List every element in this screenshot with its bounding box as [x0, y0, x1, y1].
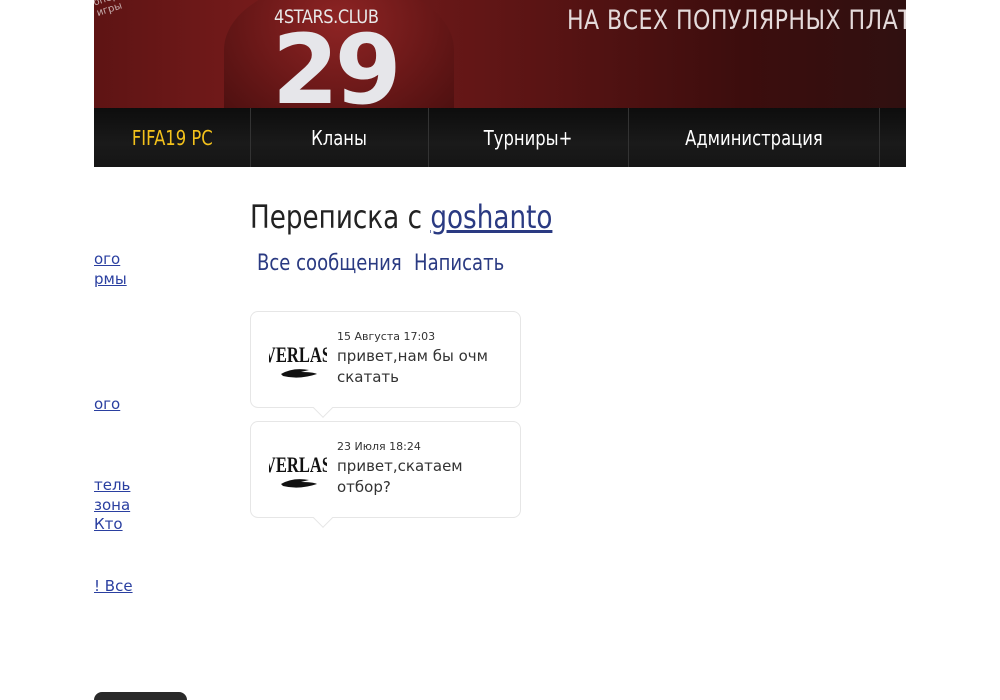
- logo-swoosh: [281, 369, 317, 378]
- page: оперни игры 4STARS.CLUB 29 НА ВСЕХ ПОПУЛ…: [94, 0, 906, 700]
- tab-write[interactable]: Написать: [414, 251, 504, 276]
- main-nav: FIFA19 PC Кланы Турниры+ Администрация: [94, 108, 906, 167]
- message-text: привет,скатаем отбор?: [337, 457, 463, 496]
- nav-item-label: Администрация: [685, 125, 823, 150]
- message-bubble-tail: [313, 508, 333, 528]
- nav-item-fifa19-pc[interactable]: FIFA19 PC: [94, 108, 250, 167]
- sidebar-widget: [94, 692, 187, 700]
- sidebar-link[interactable]: Кто: [94, 515, 123, 533]
- logo-swoosh: [281, 479, 317, 488]
- nav-item-tournaments[interactable]: Турниры+: [429, 108, 628, 167]
- message-date: 15 Августа 17:03: [337, 330, 436, 343]
- username-link[interactable]: goshanto: [430, 198, 552, 236]
- message-text: привет,нам бы очм скатать: [337, 347, 488, 386]
- title-prefix: Переписка с: [250, 198, 431, 236]
- nav-item-label: Турниры+: [484, 125, 573, 150]
- banner-logo-text: оперни игры: [94, 0, 132, 19]
- sidebar-link[interactable]: ого: [94, 395, 120, 413]
- nav-item-label: FIFA19 PC: [131, 125, 213, 150]
- jersey-number: 29: [272, 14, 402, 108]
- nav-item-label: Кланы: [311, 125, 368, 150]
- nav-divider: [879, 108, 880, 167]
- message-date: 23 Июля 18:24: [337, 440, 421, 453]
- verlas-avatar-icon: VERLAS: [269, 343, 327, 378]
- sidebar-link[interactable]: зона: [94, 496, 130, 514]
- verlas-avatar-icon: VERLAS: [269, 453, 327, 488]
- tab-all-messages[interactable]: Все сообщения: [257, 251, 402, 276]
- nav-item-clans[interactable]: Кланы: [251, 108, 428, 167]
- avatar-text: VERLAS: [269, 343, 327, 368]
- sidebar-link[interactable]: рмы: [94, 270, 127, 288]
- message-item[interactable]: VERLAS 15 Августа 17:03 привет,нам бы оч…: [250, 311, 521, 418]
- header-banner: оперни игры 4STARS.CLUB 29 НА ВСЕХ ПОПУЛ…: [94, 0, 906, 108]
- sidebar-link[interactable]: ого: [94, 250, 120, 268]
- page-title: Переписка с goshanto: [250, 198, 552, 236]
- sidebar-link[interactable]: ! Все: [94, 577, 133, 595]
- avatar-text: VERLAS: [269, 453, 327, 478]
- sidebar-link[interactable]: тель: [94, 476, 130, 494]
- banner-tagline: НА ВСЕХ ПОПУЛЯРНЫХ ПЛАТФО: [567, 5, 906, 36]
- nav-item-administration[interactable]: Администрация: [629, 108, 879, 167]
- message-bubble-tail: [313, 398, 333, 418]
- message-item[interactable]: VERLAS 23 Июля 18:24 привет,скатаем отбо…: [250, 421, 521, 528]
